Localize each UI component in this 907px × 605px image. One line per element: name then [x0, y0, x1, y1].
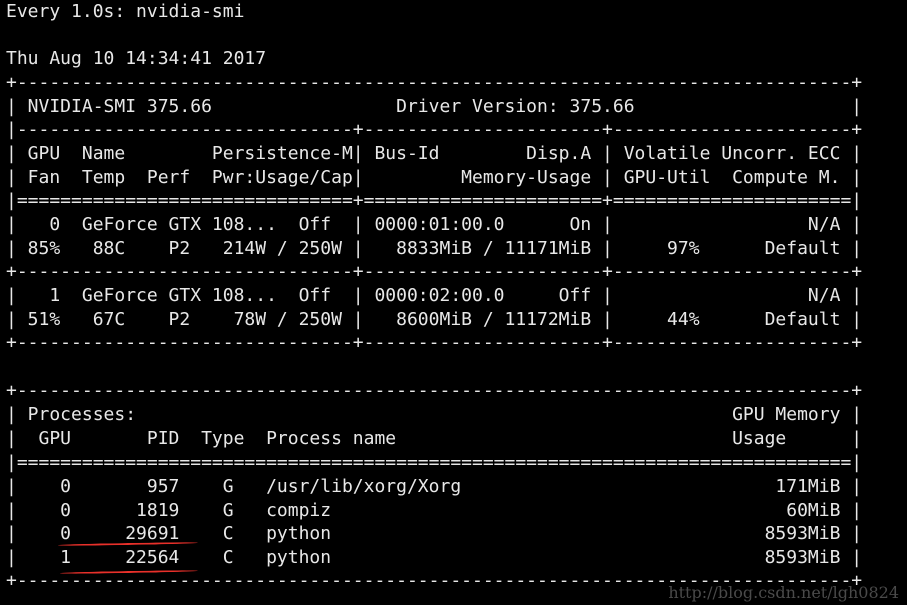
gpu-0-row-1: | 0 GeForce GTX 108... Off | 0000:01:00.…	[6, 214, 863, 235]
process-row: | 0 957 G /usr/lib/xorg/Xorg 171MiB |	[6, 476, 863, 497]
watch-header: Every 1.0s: nvidia-smi	[6, 1, 245, 22]
table-separator: |-------------------------------+-------…	[6, 119, 863, 140]
processes-header-row-2: | GPU PID Type Process name Usage |	[6, 428, 863, 449]
gpu-1-row-1: | 1 GeForce GTX 108... Off | 0000:02:00.…	[6, 285, 863, 306]
processes-header-row-1: | Processes: GPU Memory |	[6, 404, 863, 425]
process-table-border-top: +---------------------------------------…	[6, 380, 863, 401]
process-row: | 0 1819 G compiz 60MiB |	[6, 500, 863, 521]
watermark: http://blog.csdn.net/lgh0824	[668, 583, 899, 602]
timestamp-line: Thu Aug 10 14:34:41 2017	[6, 48, 267, 69]
gpu-header-row-2: | Fan Temp Perf Pwr:Usage/Cap| Memory-Us…	[6, 167, 863, 188]
table-border-top: +---------------------------------------…	[6, 72, 863, 93]
terminal-window[interactable]: Every 1.0s: nvidia-smi Thu Aug 10 14:34:…	[6, 0, 907, 605]
gpu-table-border-bottom: +-------------------------------+-------…	[6, 332, 863, 353]
gpu-0-row-2: | 85% 88C P2 214W / 250W | 8833MiB / 111…	[6, 238, 863, 259]
gpu-header-row-1: | GPU Name Persistence-M| Bus-Id Disp.A …	[6, 143, 863, 164]
gpu-separator: +-------------------------------+-------…	[6, 261, 863, 282]
processes-header-divider: |=======================================…	[6, 452, 863, 473]
gpu-header-divider: |===============================+=======…	[6, 190, 863, 211]
process-row: | 1 22564 C python 8593MiB |	[6, 547, 863, 568]
driver-version-row: | NVIDIA-SMI 375.66 Driver Version: 375.…	[6, 96, 863, 117]
gpu-1-row-2: | 51% 67C P2 78W / 250W | 8600MiB / 1117…	[6, 309, 863, 330]
